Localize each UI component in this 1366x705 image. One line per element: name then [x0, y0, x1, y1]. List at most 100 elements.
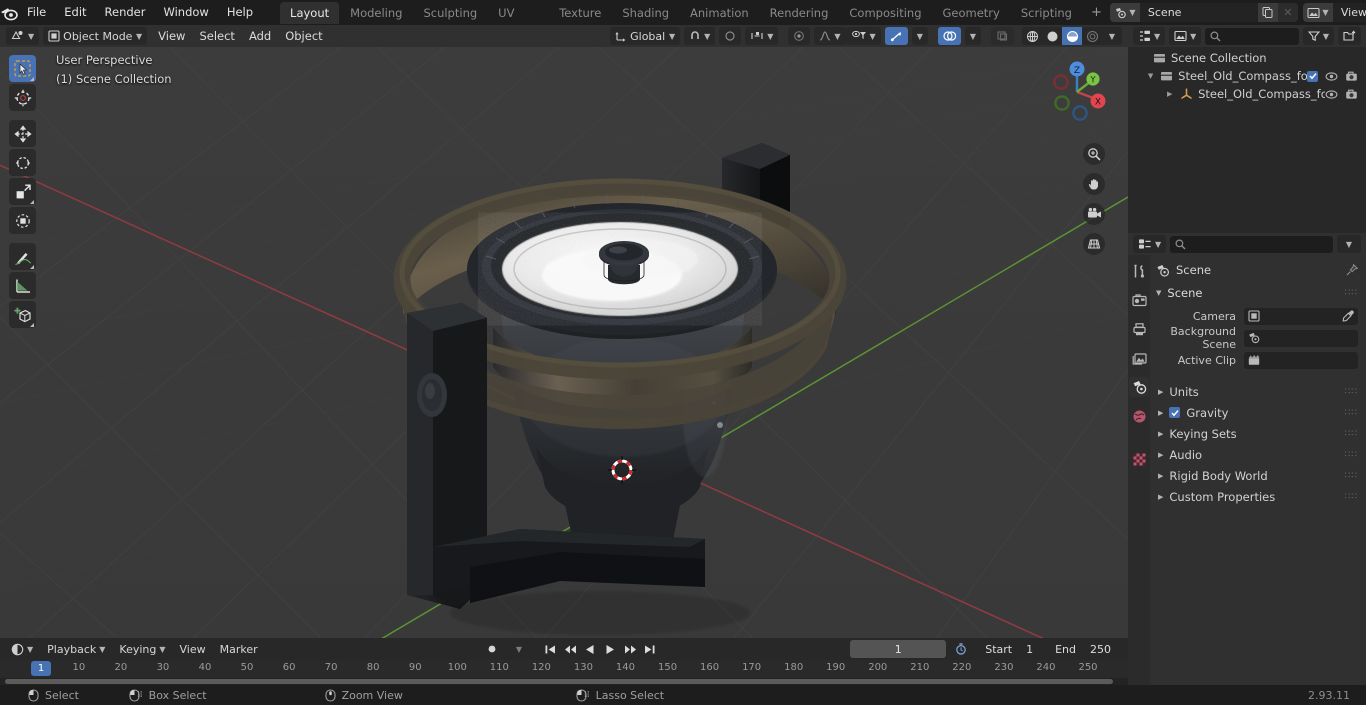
- output-tab[interactable]: [1129, 319, 1149, 339]
- scene-tab[interactable]: [1129, 377, 1149, 397]
- properties-options-dropdown[interactable]: ▼: [1337, 235, 1361, 253]
- outliner-row-0[interactable]: Scene Collection: [1128, 49, 1366, 67]
- proportional-falloff-button[interactable]: [788, 27, 811, 45]
- viewport-canvas[interactable]: User Perspective (1) Scene Collection Z …: [0, 47, 1128, 638]
- expand-triangle-icon[interactable]: ▶: [1158, 388, 1163, 396]
- cursor-tool[interactable]: [9, 84, 36, 111]
- background-scene-field[interactable]: [1244, 329, 1358, 347]
- editor-type-selector[interactable]: ▼: [6, 27, 40, 45]
- visibility-eye-icon[interactable]: [1325, 71, 1338, 82]
- viewport-menu-add[interactable]: Add: [242, 27, 278, 45]
- auto-keying-options-dropdown[interactable]: ▼: [509, 640, 529, 658]
- panel-keying-sets[interactable]: ▶ Keying Sets ∷∷: [1156, 423, 1358, 444]
- panel-drag-dots[interactable]: ∷∷: [1345, 492, 1358, 502]
- properties-search-input[interactable]: [1170, 235, 1333, 253]
- timeline-view-menu[interactable]: View: [175, 640, 211, 658]
- pan-view-icon[interactable]: [1083, 173, 1105, 195]
- collection-checkbox[interactable]: [1307, 70, 1318, 82]
- solid-shading-button[interactable]: [1042, 27, 1062, 45]
- tweak-select-tool[interactable]: [9, 55, 36, 82]
- expand-triangle-icon[interactable]: ▶: [1158, 493, 1163, 501]
- panel-rigid-body-world[interactable]: ▶ Rigid Body World ∷∷: [1156, 465, 1358, 486]
- timeline-editor-type-selector[interactable]: ▼: [6, 640, 39, 658]
- 3d-viewport[interactable]: ▼ Object Mode ▼ View Select Add Object Glob…: [0, 25, 1128, 638]
- active-clip-field[interactable]: [1244, 351, 1358, 369]
- scene-name[interactable]: Scene: [1139, 3, 1258, 22]
- panel-drag-dots[interactable]: ∷∷: [1345, 387, 1358, 397]
- object-mode-selector[interactable]: Object Mode ▼: [43, 27, 148, 45]
- timeline-editor[interactable]: ▼ Playback ▼ Keying ▼ View Marker ▼ 1 St…: [0, 638, 1128, 685]
- view-layer-name[interactable]: View Layer: [1332, 3, 1366, 22]
- panel-drag-dots[interactable]: ∷∷: [1345, 408, 1358, 418]
- show-gizmo-button[interactable]: [884, 27, 908, 45]
- panel-checkbox[interactable]: [1169, 407, 1181, 418]
- workspace-tab-rendering[interactable]: Rendering: [760, 2, 839, 24]
- timeline-playhead[interactable]: 1: [31, 661, 51, 676]
- outliner-display-mode-selector[interactable]: ▼: [1169, 27, 1202, 45]
- pin-icon[interactable]: [1346, 264, 1358, 276]
- workspace-tab-texture-paint[interactable]: Texture Paint: [549, 2, 611, 42]
- expand-triangle-icon[interactable]: ▼: [1146, 72, 1155, 80]
- shading-mode-group[interactable]: ▼: [1022, 27, 1122, 45]
- collapse-triangle-icon[interactable]: ▶: [1164, 90, 1175, 98]
- menu-file[interactable]: File: [18, 3, 55, 22]
- properties-editor[interactable]: ▼ ▼ Scene ▼ Scene ∷∷ Camera Background S…: [1128, 233, 1366, 685]
- snap-target-button[interactable]: ▼: [745, 27, 779, 45]
- falloff-curve-button[interactable]: ▼: [814, 27, 846, 45]
- outliner-row-2[interactable]: ▶ Steel_Old_Compass_for_: [1128, 85, 1366, 103]
- tool-tab[interactable]: [1129, 261, 1149, 281]
- menu-render[interactable]: Render: [96, 3, 155, 22]
- menu-window[interactable]: Window: [154, 3, 217, 22]
- navigation-gizmo[interactable]: Z Y X: [1040, 55, 1114, 129]
- workspace-tab-compositing[interactable]: Compositing: [839, 2, 931, 24]
- play-reverse-button[interactable]: [580, 640, 600, 658]
- workspace-tab-animation[interactable]: Animation: [680, 2, 759, 24]
- expand-triangle-icon[interactable]: ▶: [1158, 472, 1163, 480]
- workspace-tab-sculpting[interactable]: Sculpting: [413, 2, 487, 24]
- keying-menu[interactable]: Keying ▼: [114, 640, 171, 658]
- expand-triangle-icon[interactable]: ▶: [1158, 430, 1163, 438]
- xray-toggle-button[interactable]: [991, 27, 1014, 45]
- workspace-tab-layout[interactable]: Layout: [280, 1, 340, 24]
- show-overlays-button[interactable]: [937, 27, 961, 45]
- auto-keying-button[interactable]: [478, 640, 506, 658]
- panel-drag-dots[interactable]: ∷∷: [1345, 450, 1358, 460]
- add-cube-tool[interactable]: [9, 301, 36, 328]
- expand-triangle-icon[interactable]: ▶: [1158, 409, 1163, 417]
- rotate-tool[interactable]: [9, 149, 36, 176]
- view-layer-icon[interactable]: ▼: [1302, 3, 1333, 22]
- proportional-edit-button[interactable]: [719, 27, 742, 45]
- render-camera-icon[interactable]: [1345, 89, 1358, 100]
- material-preview-shading-button[interactable]: [1062, 27, 1082, 45]
- playback-menu[interactable]: Playback ▼: [42, 640, 111, 658]
- new-collection-button[interactable]: [1338, 27, 1361, 45]
- viewport-menu-select[interactable]: Select: [192, 27, 241, 45]
- end-frame-field[interactable]: End 250: [1046, 640, 1120, 658]
- scene-selector[interactable]: ▼ Scene ✕: [1109, 3, 1298, 22]
- workspace-tab-uv-editing[interactable]: UV Editing: [488, 2, 548, 42]
- gizmo-options-dropdown[interactable]: ▼: [911, 27, 928, 45]
- panel-drag-dots[interactable]: ∷∷: [1345, 471, 1358, 481]
- outliner-editor[interactable]: ▼ ▼ ▼ Scene Collection ▼ Steel_Old_Compass…: [1128, 25, 1366, 233]
- timeline-marker-menu[interactable]: Marker: [215, 640, 263, 658]
- viewport-menu-object[interactable]: Object: [278, 27, 329, 45]
- outliner-search-input[interactable]: [1205, 27, 1299, 45]
- rendered-shading-button[interactable]: [1082, 27, 1102, 45]
- scale-tool[interactable]: [9, 178, 36, 205]
- play-button[interactable]: [600, 640, 620, 658]
- use-preview-range-button[interactable]: [950, 640, 973, 658]
- transform-orientation-selector[interactable]: Global ▼: [610, 27, 681, 45]
- blender-logo-icon[interactable]: [0, 0, 18, 25]
- panel-drag-dots[interactable]: ∷∷: [1345, 429, 1358, 439]
- scene-icon[interactable]: ▼: [1109, 3, 1140, 22]
- eyedropper-icon[interactable]: [1342, 310, 1354, 322]
- render-camera-icon[interactable]: [1345, 71, 1358, 82]
- view-layer-selector[interactable]: ▼ View Layer ✕: [1302, 3, 1366, 22]
- render-tab[interactable]: [1129, 290, 1149, 310]
- overlay-options-dropdown[interactable]: ▼: [964, 27, 981, 45]
- viewport-3d-scene[interactable]: [0, 47, 1128, 638]
- annotate-tool[interactable]: [9, 243, 36, 270]
- properties-editor-type-selector[interactable]: ▼: [1133, 235, 1167, 253]
- view-layer-tab[interactable]: [1129, 348, 1149, 368]
- jump-to-start-button[interactable]: [540, 640, 560, 658]
